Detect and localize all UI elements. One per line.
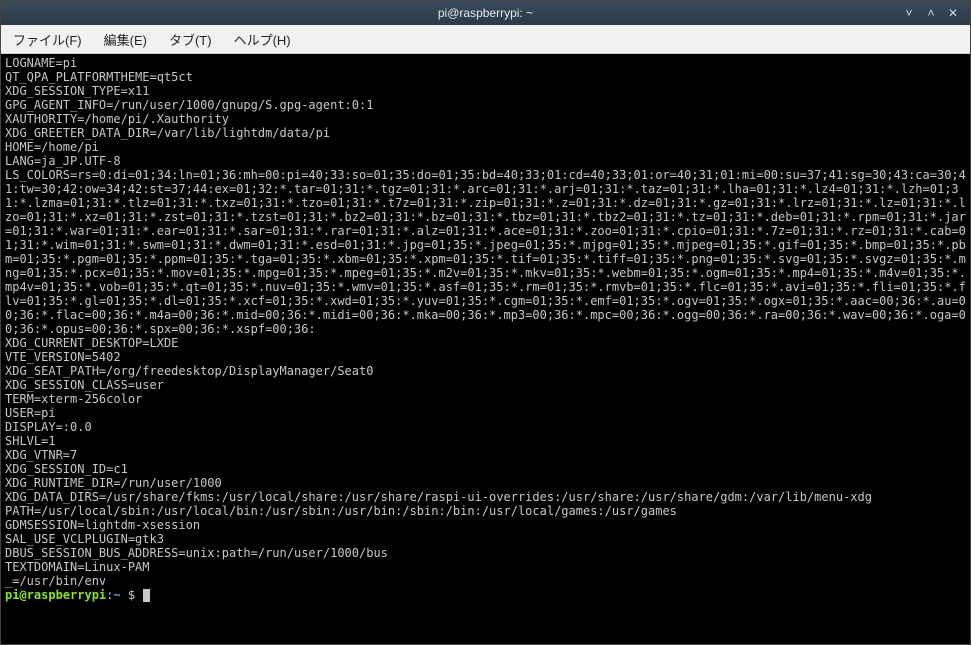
prompt-host: raspberrypi bbox=[27, 588, 106, 602]
menubar: ファイル(F) 編集(E) タブ(T) ヘルプ(H) bbox=[1, 25, 970, 54]
menu-help[interactable]: ヘルプ(H) bbox=[230, 28, 295, 51]
prompt-at: @ bbox=[19, 588, 26, 602]
prompt-path: ~ bbox=[113, 588, 120, 602]
prompt-dollar: $ bbox=[121, 588, 143, 602]
terminal-output[interactable]: LOGNAME=pi QT_QPA_PLATFORMTHEME=qt5ct XD… bbox=[1, 54, 970, 644]
menu-tab[interactable]: タブ(T) bbox=[165, 28, 216, 51]
terminal-window: pi@raspberrypi: ~ ˅ ˄ ✕ ファイル(F) 編集(E) タブ… bbox=[0, 0, 971, 645]
menu-file[interactable]: ファイル(F) bbox=[9, 28, 86, 51]
cursor bbox=[143, 589, 150, 602]
titlebar[interactable]: pi@raspberrypi: ~ ˅ ˄ ✕ bbox=[1, 1, 970, 25]
minimize-icon[interactable]: ˅ bbox=[902, 6, 916, 20]
window-title: pi@raspberrypi: ~ bbox=[1, 6, 970, 20]
window-controls: ˅ ˄ ✕ bbox=[902, 1, 966, 25]
menu-edit[interactable]: 編集(E) bbox=[100, 28, 151, 51]
maximize-icon[interactable]: ˄ bbox=[924, 6, 938, 20]
close-icon[interactable]: ✕ bbox=[946, 6, 960, 20]
prompt-user: pi bbox=[5, 588, 19, 602]
